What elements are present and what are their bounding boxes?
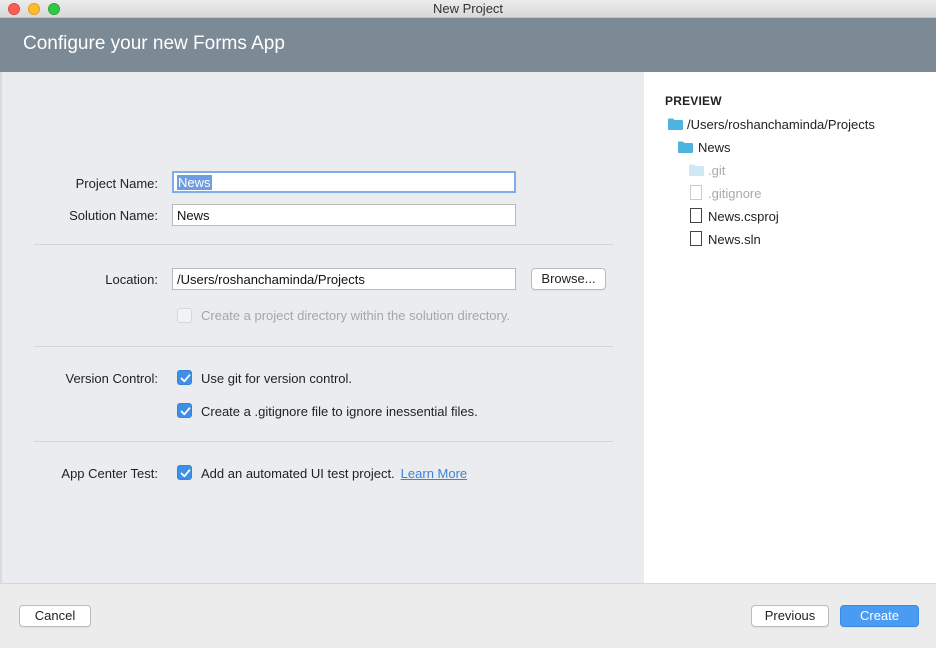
checkmark-icon <box>180 469 191 478</box>
cancel-button[interactable]: Cancel <box>19 605 91 627</box>
ui-test-checkbox[interactable] <box>177 465 192 480</box>
title-bar: New Project <box>0 0 936 18</box>
create-directory-label: Create a project directory within the so… <box>201 308 511 323</box>
use-git-checkbox[interactable] <box>177 370 192 385</box>
solution-name-input[interactable]: News <box>172 204 516 226</box>
create-button[interactable]: Create <box>840 605 919 627</box>
preview-item-solution-folder: News <box>698 140 731 155</box>
file-icon <box>690 185 702 200</box>
preview-item-sln: News.sln <box>708 232 761 247</box>
divider <box>34 346 613 347</box>
solution-name-label: Solution Name: <box>69 208 158 223</box>
preview-panel: PREVIEW /Users/roshanchaminda/Projects N… <box>644 72 936 583</box>
app-center-test-label: App Center Test: <box>61 466 158 481</box>
previous-button[interactable]: Previous <box>751 605 829 627</box>
divider <box>34 244 613 245</box>
create-directory-checkbox[interactable] <box>177 308 192 323</box>
page-title: Configure your new Forms App <box>23 33 285 54</box>
version-control-label: Version Control: <box>65 371 159 386</box>
page-header: Configure your new Forms App <box>0 18 936 72</box>
gitignore-label: Create a .gitignore file to ignore iness… <box>201 404 478 419</box>
ui-test-label: Add an automated UI test project. <box>201 466 395 481</box>
gitignore-checkbox[interactable] <box>177 403 192 418</box>
project-name-value: News <box>177 175 212 190</box>
project-name-input[interactable]: News <box>172 171 516 193</box>
panel-edge <box>0 72 2 583</box>
ui-test-row: Add an automated UI test project. Learn M… <box>201 466 467 481</box>
folder-icon <box>689 164 704 176</box>
use-git-label: Use git for version control. <box>201 371 353 386</box>
browse-button[interactable]: Browse... <box>531 268 606 290</box>
folder-icon <box>678 141 693 153</box>
footer-bar: Cancel Previous Create <box>0 583 936 648</box>
file-icon <box>690 231 702 246</box>
preview-item-git: .git <box>708 163 726 178</box>
file-icon <box>690 208 702 223</box>
project-name-label: Project Name: <box>75 176 158 191</box>
learn-more-link[interactable]: Learn More <box>401 466 467 481</box>
solution-name-value: News <box>177 208 210 223</box>
location-value: /Users/roshanchaminda/Projects <box>177 272 365 287</box>
preview-item-root: /Users/roshanchaminda/Projects <box>687 117 875 132</box>
preview-item-gitignore: .gitignore <box>708 186 762 201</box>
location-input[interactable]: /Users/roshanchaminda/Projects <box>172 268 516 290</box>
form-panel <box>0 72 644 583</box>
preview-heading: PREVIEW <box>665 94 722 108</box>
preview-item-csproj: News.csproj <box>708 209 779 224</box>
location-label: Location: <box>105 272 158 287</box>
checkmark-icon <box>180 407 191 416</box>
checkmark-icon <box>180 374 191 383</box>
divider <box>34 441 613 442</box>
window-title: New Project <box>432 1 504 16</box>
folder-icon <box>668 118 683 130</box>
